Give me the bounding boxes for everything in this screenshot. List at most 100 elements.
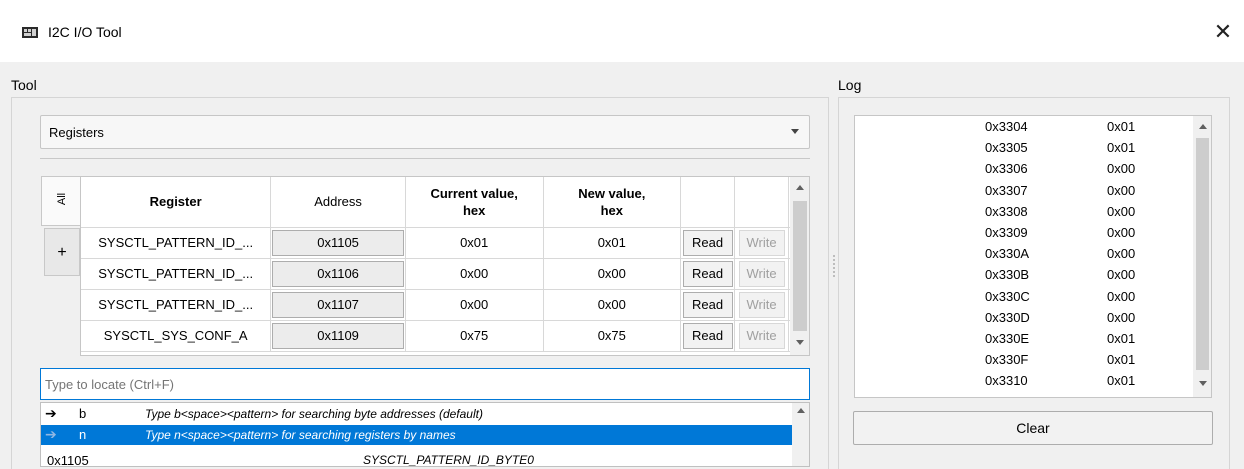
log-entry-value: 0x01 <box>1107 373 1136 389</box>
log-entry-address: 0x330D <box>985 309 1030 325</box>
log-entry-value: 0x00 <box>1107 309 1136 325</box>
current-value: 0x75 <box>405 320 544 352</box>
write-button: Write <box>738 322 785 349</box>
chevron-down-icon <box>791 129 799 134</box>
log-entry-address: 0x330B <box>985 267 1030 283</box>
log-entry-address: 0x3306 <box>985 161 1028 177</box>
header-new-label: New value, hex <box>578 185 646 218</box>
partial-row <box>81 351 809 355</box>
result-name: SYSCTL_PATTERN_ID_BYTE0 <box>363 453 534 467</box>
log-entry-address: 0x3309 <box>985 225 1028 240</box>
current-value: 0x01 <box>405 227 544 259</box>
log-entry-value: 0x00 <box>1107 203 1136 219</box>
log-scrollbar[interactable] <box>1193 116 1211 397</box>
write-cell: Write <box>734 258 790 290</box>
suggestion-byte[interactable]: ➔ b Type b<space><pattern> for searching… <box>41 404 792 424</box>
address-cell: 0x1106 <box>270 258 406 290</box>
write-button: Write <box>738 260 785 287</box>
new-value[interactable]: 0x01 <box>543 227 682 259</box>
register-table: Register Address Current value, hex New … <box>80 176 810 356</box>
header-new-value[interactable]: New value, hex <box>543 177 682 228</box>
address-button[interactable]: 0x1107 <box>272 291 404 318</box>
address-button[interactable]: 0x1105 <box>272 229 404 256</box>
write-cell: Write <box>734 320 790 352</box>
title-bar: I2C I/O Tool ✕ <box>0 0 1244 62</box>
read-button[interactable]: Read <box>682 291 733 318</box>
log-entry-address: 0x330C <box>985 288 1030 304</box>
locate-suggestions: ➔ b Type b<space><pattern> for searching… <box>40 402 810 467</box>
header-address[interactable]: Address <box>270 177 406 228</box>
log-group-label: Log <box>838 77 862 93</box>
address-cell: 0x1107 <box>270 289 406 321</box>
log-entry-address: 0x3305 <box>985 140 1028 156</box>
header-current-label: Current value, hex <box>430 185 518 218</box>
tab-all[interactable]: All <box>41 176 81 226</box>
window-title: I2C I/O Tool <box>48 24 122 40</box>
splitter-handle[interactable] <box>833 255 835 277</box>
table-row[interactable]: SYSCTL_PATTERN_ID_... 0x1105 0x01 0x01 R… <box>81 227 809 259</box>
address-button[interactable]: 0x1109 <box>272 322 404 349</box>
log-entry-address: 0x3304 <box>985 119 1028 134</box>
header-current-value[interactable]: Current value, hex <box>405 177 544 228</box>
new-value[interactable]: 0x00 <box>543 258 682 290</box>
log-entry-value: 0x01 <box>1107 331 1136 346</box>
scroll-up-icon[interactable] <box>797 408 805 413</box>
header-read <box>680 177 736 228</box>
log-entry-value: 0x00 <box>1107 225 1136 240</box>
read-cell: Read <box>680 227 736 259</box>
scroll-up-icon[interactable] <box>1198 124 1207 129</box>
write-button: Write <box>738 291 785 318</box>
suggestion-result[interactable]: 0x1105 SYSCTL_PATTERN_ID_BYTE0 <box>41 447 792 467</box>
app-icon <box>22 27 38 38</box>
log-entry-value: 0x00 <box>1107 246 1136 262</box>
header-register[interactable]: Register <box>81 177 272 228</box>
scroll-down-icon[interactable] <box>796 340 804 345</box>
suggestion-text: Type b<space><pattern> for searching byt… <box>145 407 483 421</box>
view-select[interactable]: Registers <box>40 115 810 149</box>
address-button[interactable]: 0x1106 <box>272 260 404 287</box>
write-cell: Write <box>734 227 790 259</box>
tab-add[interactable]: + <box>44 228 80 276</box>
log-entry-address: 0x330A <box>985 246 1030 262</box>
log-entry-address: 0x3308 <box>985 203 1028 219</box>
result-address: 0x1105 <box>47 453 89 467</box>
scroll-thumb[interactable] <box>1196 138 1209 370</box>
write-cell: Write <box>734 289 790 321</box>
scroll-down-icon[interactable] <box>1198 381 1207 386</box>
log-entry-value: 0x00 <box>1107 161 1136 177</box>
log-entry-address: 0x330E <box>985 331 1030 346</box>
log-list[interactable]: 0x3304 0x01 0x3305 0x01 0x3306 0x00 0x3307 0x00… <box>854 115 1212 398</box>
read-cell: Read <box>680 289 736 321</box>
table-row[interactable]: SYSCTL_PATTERN_ID_... 0x1106 0x00 0x00 R… <box>81 258 809 290</box>
scroll-up-icon[interactable] <box>796 185 804 190</box>
table-scrollbar[interactable] <box>790 177 809 355</box>
close-icon[interactable]: ✕ <box>1210 19 1236 45</box>
address-cell: 0x1109 <box>270 320 406 352</box>
tool-group-label: Tool <box>11 77 37 93</box>
suggestions-scrollbar[interactable] <box>792 403 809 466</box>
log-entry-value: 0x00 <box>1107 267 1136 283</box>
write-button: Write <box>738 229 785 256</box>
suggestion-name[interactable]: ➔ n Type n<space><pattern> for searching… <box>41 425 792 445</box>
read-button[interactable]: Read <box>682 260 733 287</box>
header-write <box>734 177 790 228</box>
clear-button[interactable]: Clear <box>853 411 1213 445</box>
table-row[interactable]: SYSCTL_SYS_CONF_A 0x1109 0x75 0x75 Read … <box>81 320 809 352</box>
current-value: 0x00 <box>405 258 544 290</box>
read-cell: Read <box>680 258 736 290</box>
table-row[interactable]: SYSCTL_PATTERN_ID_... 0x1107 0x00 0x00 R… <box>81 289 809 321</box>
new-value[interactable]: 0x75 <box>543 320 682 352</box>
locate-field[interactable] <box>40 368 810 400</box>
log-entry-value: 0x00 <box>1107 288 1136 304</box>
view-select-value: Registers <box>49 125 104 140</box>
new-value[interactable]: 0x00 <box>543 289 682 321</box>
tab-all-label: All <box>56 192 68 206</box>
arrow-right-icon: ➔ <box>45 405 57 421</box>
locate-input[interactable] <box>41 369 809 399</box>
suggestion-key: n <box>79 427 87 442</box>
scroll-thumb[interactable] <box>793 201 807 331</box>
read-button[interactable]: Read <box>682 322 733 349</box>
log-entry-value: 0x01 <box>1107 352 1136 368</box>
arrow-right-icon: ➔ <box>45 426 57 442</box>
read-button[interactable]: Read <box>682 229 733 256</box>
